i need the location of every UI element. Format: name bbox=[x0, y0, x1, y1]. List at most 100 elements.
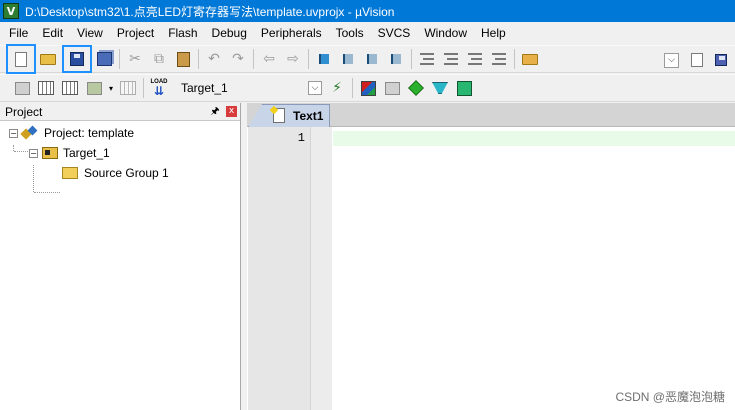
tree-item-target[interactable]: − Target_1 bbox=[29, 144, 110, 162]
toolbar-separator bbox=[198, 49, 199, 69]
current-line[interactable] bbox=[333, 131, 735, 146]
new-file-button[interactable] bbox=[6, 44, 36, 74]
manage-run-time-environment-button[interactable] bbox=[404, 76, 428, 100]
code-editor[interactable]: 1 bbox=[247, 127, 735, 410]
tab-label: Text1 bbox=[293, 109, 324, 123]
menu-tools[interactable]: Tools bbox=[329, 22, 371, 44]
redo-button[interactable]: ↷ bbox=[226, 47, 250, 71]
new-file-icon bbox=[15, 51, 27, 67]
magic-wand-icon: ⚡ bbox=[332, 80, 342, 96]
tree-item-source-group[interactable]: Source Group 1 bbox=[62, 164, 169, 182]
debug-session-button[interactable] bbox=[709, 48, 733, 72]
previous-bookmark-button[interactable] bbox=[336, 47, 360, 71]
unindent-icon bbox=[444, 53, 458, 65]
rebuild-button[interactable] bbox=[58, 76, 82, 100]
insert-bookmark-button[interactable] bbox=[312, 47, 336, 71]
breakpoint-margin[interactable] bbox=[310, 127, 332, 410]
find-in-files-button[interactable] bbox=[518, 47, 542, 71]
incremental-find-button[interactable] bbox=[685, 48, 709, 72]
folder-icon bbox=[62, 167, 78, 179]
cut-button[interactable]: ✂ bbox=[123, 47, 147, 71]
tree-item-label: Target_1 bbox=[63, 146, 110, 160]
download-button[interactable]: LOAD ⇊ bbox=[147, 76, 171, 100]
tree-connector bbox=[14, 151, 28, 152]
target-select-value: Target_1 bbox=[181, 81, 228, 95]
toolbar-separator bbox=[308, 49, 309, 69]
find-in-files-icon bbox=[522, 53, 538, 65]
menu-flash[interactable]: Flash bbox=[161, 22, 204, 44]
chevron-down-icon[interactable]: ⌵ bbox=[308, 81, 322, 95]
indent-icon bbox=[420, 53, 434, 65]
uncomment-icon bbox=[492, 53, 506, 65]
menu-view[interactable]: View bbox=[70, 22, 110, 44]
tree-item-project[interactable]: − Project: template bbox=[9, 124, 134, 142]
document-icon bbox=[273, 108, 285, 123]
menu-window[interactable]: Window bbox=[417, 22, 474, 44]
save-button[interactable] bbox=[62, 45, 92, 73]
undo-icon: ↶ bbox=[208, 51, 220, 67]
collapse-toggle[interactable]: − bbox=[9, 128, 18, 138]
menu-file[interactable]: File bbox=[2, 22, 35, 44]
tree-item-label: Project: template bbox=[44, 126, 135, 140]
batch-build-icon bbox=[86, 81, 102, 95]
undo-button[interactable]: ↶ bbox=[202, 47, 226, 71]
menu-bar: File Edit View Project Flash Debug Perip… bbox=[0, 22, 735, 44]
batch-build-button[interactable] bbox=[82, 76, 106, 100]
manage-project-items-button[interactable] bbox=[356, 76, 380, 100]
save-all-button[interactable] bbox=[92, 47, 116, 71]
load-download-icon: LOAD ⇊ bbox=[150, 79, 168, 97]
options-for-target-button[interactable]: ⚡ bbox=[325, 76, 349, 100]
toolbar-right-group: ⌵ bbox=[664, 48, 733, 72]
target-select[interactable]: Target_1 ⌵ bbox=[177, 78, 323, 98]
menu-svcs[interactable]: SVCS bbox=[371, 22, 418, 44]
menu-edit[interactable]: Edit bbox=[35, 22, 70, 44]
watermark: CSDN @恶魔泡泡糖 bbox=[615, 390, 725, 404]
menu-help[interactable]: Help bbox=[474, 22, 513, 44]
open-file-button[interactable] bbox=[36, 47, 60, 71]
clear-bookmarks-button[interactable] bbox=[384, 47, 408, 71]
copy-button[interactable]: ⧉ bbox=[147, 47, 171, 71]
toolbar-separator bbox=[143, 78, 144, 98]
manage-multi-project-button[interactable] bbox=[380, 76, 404, 100]
comment-button[interactable] bbox=[463, 47, 487, 71]
stop-build-icon bbox=[120, 81, 136, 95]
target-icon bbox=[42, 147, 58, 159]
project-panel-buttons: 🖈 x bbox=[209, 106, 237, 118]
collapse-toggle[interactable]: − bbox=[29, 148, 38, 158]
navigate-forward-button[interactable]: ⇨ bbox=[281, 47, 305, 71]
stop-build-button[interactable] bbox=[116, 76, 140, 100]
close-icon[interactable]: x bbox=[226, 106, 237, 117]
select-software-packs-button[interactable] bbox=[428, 76, 452, 100]
uvision-app-icon[interactable]: V bbox=[3, 3, 19, 19]
toolbar-separator bbox=[119, 49, 120, 69]
navigate-back-button[interactable]: ⇦ bbox=[257, 47, 281, 71]
unindent-button[interactable] bbox=[439, 47, 463, 71]
paste-button[interactable] bbox=[171, 47, 195, 71]
menu-project[interactable]: Project bbox=[110, 22, 161, 44]
pack-installer-button[interactable] bbox=[452, 76, 476, 100]
project-panel-title: Project bbox=[5, 104, 43, 119]
indent-button[interactable] bbox=[415, 47, 439, 71]
pin-icon[interactable]: 🖈 bbox=[209, 106, 221, 118]
tree-connector bbox=[33, 165, 34, 192]
line-number: 1 bbox=[297, 131, 305, 145]
menu-peripherals[interactable]: Peripherals bbox=[254, 22, 329, 44]
bookmark-flag-icon bbox=[319, 54, 329, 64]
tree-connector bbox=[34, 192, 60, 193]
translate-button[interactable] bbox=[10, 76, 34, 100]
tree-item-label: Source Group 1 bbox=[84, 166, 169, 180]
line-number-gutter: 1 bbox=[248, 127, 310, 410]
menu-debug[interactable]: Debug bbox=[205, 22, 254, 44]
batch-build-dropdown[interactable]: ▾ bbox=[106, 76, 116, 100]
rebuild-icon bbox=[62, 81, 78, 95]
download-arrow-icon: ⇊ bbox=[153, 84, 165, 98]
find-combo-arrow[interactable]: ⌵ bbox=[664, 52, 679, 68]
build-button[interactable] bbox=[34, 76, 58, 100]
uncomment-button[interactable] bbox=[487, 47, 511, 71]
next-bookmark-button[interactable] bbox=[360, 47, 384, 71]
project-panel: Project 🖈 x − Project: template − Target… bbox=[0, 103, 241, 410]
project-items-icon bbox=[360, 80, 376, 96]
project-panel-header: Project 🖈 x bbox=[0, 103, 240, 121]
tab-text1[interactable]: Text1 bbox=[248, 104, 330, 127]
window-title: D:\Desktop\stm32\1.点亮LED灯寄存器写法\template.… bbox=[25, 4, 395, 19]
